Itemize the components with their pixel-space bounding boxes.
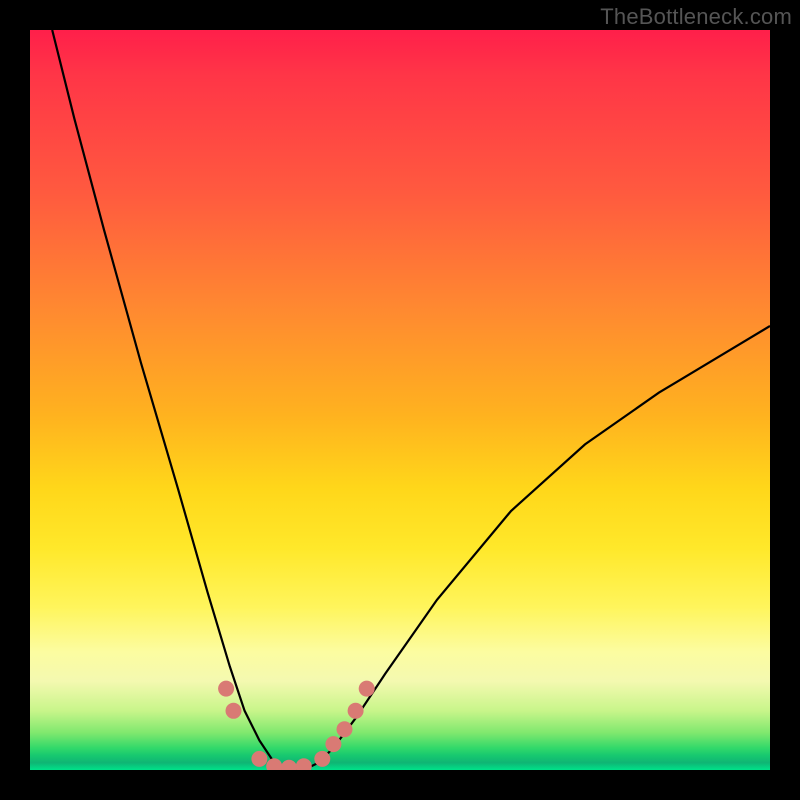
curve-markers: [218, 681, 375, 770]
curve-marker: [226, 703, 242, 719]
curve-marker: [281, 760, 297, 770]
curve-marker: [251, 751, 267, 767]
plot-area: [30, 30, 770, 770]
curve-marker: [325, 736, 341, 752]
bottleneck-curve: [52, 30, 770, 770]
curve-marker: [296, 758, 312, 770]
curve-marker: [359, 681, 375, 697]
bottleneck-curve-svg: [30, 30, 770, 770]
curve-marker: [314, 751, 330, 767]
curve-marker: [337, 721, 353, 737]
curve-marker: [218, 681, 234, 697]
curve-marker: [266, 758, 282, 770]
watermark-text: TheBottleneck.com: [600, 4, 792, 30]
chart-frame: TheBottleneck.com: [0, 0, 800, 800]
curve-marker: [348, 703, 364, 719]
